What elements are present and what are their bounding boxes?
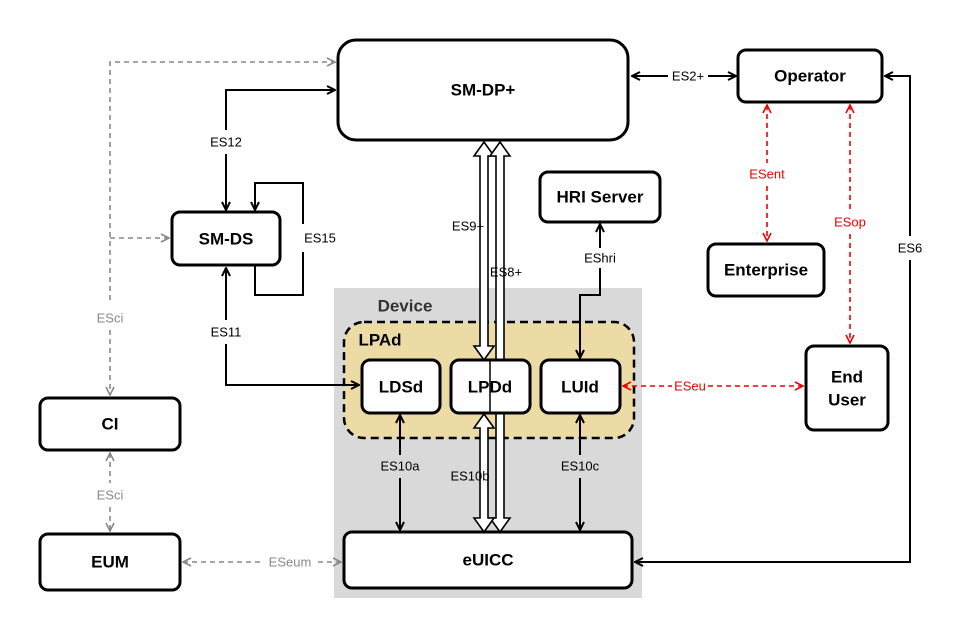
es12-label: ES12 — [210, 135, 242, 150]
es10c-label: ES10c — [561, 459, 600, 474]
es11-label: ES11 — [211, 325, 242, 340]
es9-label: ES9+ — [452, 219, 484, 234]
luid-label: LUId — [561, 378, 599, 397]
smdp-label: SM-DP+ — [451, 81, 516, 100]
es10a-label: ES10a — [380, 459, 420, 474]
end-user-label-2: User — [828, 391, 866, 410]
esim-architecture-diagram: Device LPAd ESci ESci ESeum ES12 ES15 ES… — [38, 38, 923, 598]
es6-label: ES6 — [898, 241, 923, 256]
end-user-label-1: End — [831, 368, 863, 387]
eum-label: EUM — [91, 553, 129, 572]
enterprise-label: Enterprise — [724, 261, 808, 280]
ldsd-label: LDSd — [379, 378, 423, 397]
es15-label: ES15 — [304, 231, 336, 246]
esent-label: ESent — [749, 167, 785, 182]
es8-label: ES8+ — [490, 265, 522, 280]
eseu-label: ESeu — [674, 379, 706, 394]
es6-link — [635, 76, 911, 562]
end-user-node[interactable] — [804, 344, 890, 432]
lpdd-label: LPDd — [468, 378, 512, 397]
ci-label: CI — [102, 415, 119, 434]
smds-label: SM-DS — [199, 230, 254, 249]
es2-label: ES2+ — [672, 69, 704, 84]
es12-link-up — [225, 90, 335, 130]
euicc-label: eUICC — [462, 551, 513, 570]
esci-bottom-label: ESci — [97, 488, 124, 503]
device-label: Device — [378, 297, 433, 316]
es10b-label: ES10b — [450, 469, 489, 484]
esop-label: ESop — [834, 215, 866, 230]
eseum-label: ESeum — [269, 555, 312, 570]
lpad-label: LPAd — [358, 331, 401, 350]
esci-top-label: ESci — [97, 311, 124, 326]
operator-label: Operator — [774, 67, 846, 86]
hri-server-label: HRI Server — [557, 188, 644, 207]
eshri-label: EShri — [584, 251, 616, 266]
